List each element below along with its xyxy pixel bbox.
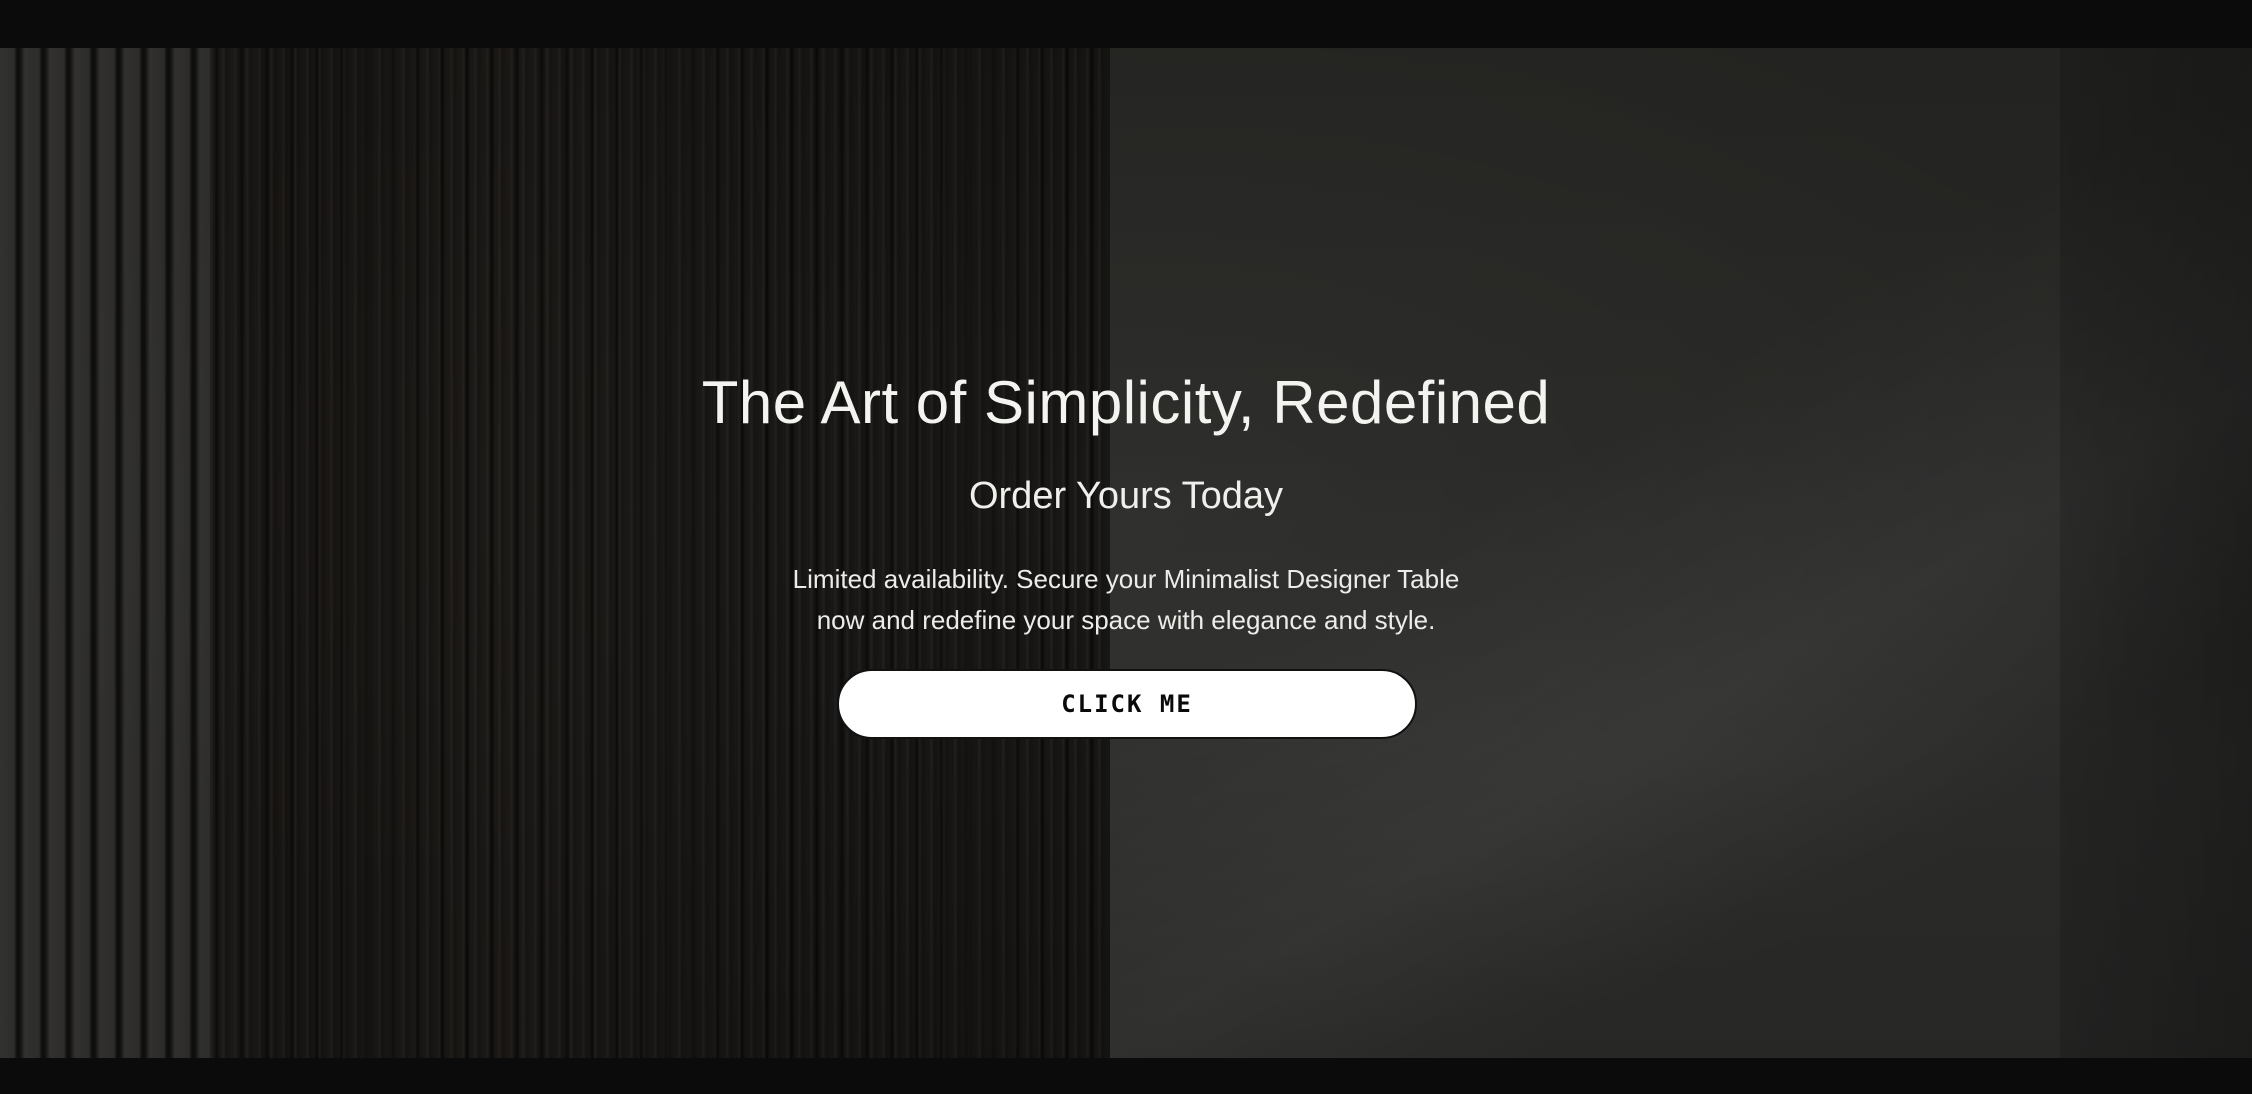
hero-description-line-1: Limited availability. Secure your Minima… <box>792 564 1460 594</box>
hero-description: Limited availability. Secure your Minima… <box>726 559 1526 641</box>
hero-content: The Art of Simplicity, Redefined Order Y… <box>0 48 2252 1058</box>
top-letterbox-bar <box>0 0 2252 48</box>
hero-section: The Art of Simplicity, Redefined Order Y… <box>0 48 2252 1058</box>
click-me-button[interactable]: CLICK ME <box>837 669 1417 739</box>
bottom-letterbox-bar <box>0 1058 2252 1094</box>
hero-description-line-2: now and redefine your space with eleganc… <box>816 605 1436 635</box>
hero-subheadline: Order Yours Today <box>968 475 1284 517</box>
hero-headline: The Art of Simplicity, Redefined <box>701 369 1551 436</box>
